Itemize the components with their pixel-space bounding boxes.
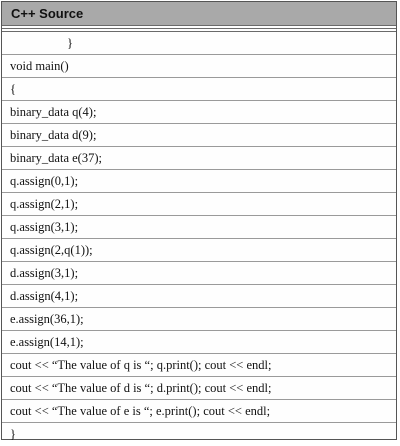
- code-line-text: e.assign(36,1);: [10, 312, 84, 326]
- code-listing-table: C++ Source } void main() { binary_data q…: [1, 1, 397, 441]
- code-line-text: {: [10, 82, 16, 96]
- code-line: cout << “The value of q is “; q.print();…: [2, 354, 396, 377]
- code-line-text: }: [10, 427, 16, 441]
- code-line: q.assign(0,1);: [2, 170, 396, 193]
- code-line: e.assign(36,1);: [2, 308, 396, 331]
- code-line: binary_data d(9);: [2, 124, 396, 147]
- code-line-text: void main(): [10, 59, 69, 73]
- code-line-text: }: [67, 36, 73, 50]
- code-line-text: cout << “The value of e is “; e.print();…: [10, 404, 271, 418]
- code-line: q.assign(2,1);: [2, 193, 396, 216]
- code-line: q.assign(3,1);: [2, 216, 396, 239]
- code-line-text: binary_data d(9);: [10, 128, 97, 142]
- code-line: binary_data q(4);: [2, 101, 396, 124]
- code-line: d.assign(3,1);: [2, 262, 396, 285]
- code-line: cout << “The value of d is “; d.print();…: [2, 377, 396, 400]
- code-line-text: d.assign(3,1);: [10, 266, 79, 280]
- code-line-text: q.assign(0,1);: [10, 174, 79, 188]
- code-line: d.assign(4,1);: [2, 285, 396, 308]
- code-line-text: q.assign(3,1);: [10, 220, 79, 234]
- code-line-text: e.assign(14,1);: [10, 335, 84, 349]
- code-line: e.assign(14,1);: [2, 331, 396, 354]
- code-line-text: cout << “The value of q is “; q.print();…: [10, 358, 272, 372]
- code-line-text: q.assign(2,1);: [10, 197, 79, 211]
- code-line-text: binary_data e(37);: [10, 151, 102, 165]
- table-header: C++ Source: [2, 2, 396, 26]
- code-line: void main(): [2, 55, 396, 78]
- code-line: q.assign(2,q(1));: [2, 239, 396, 262]
- code-line-text: cout << “The value of d is “; d.print();…: [10, 381, 272, 395]
- table-title: C++ Source: [11, 6, 84, 21]
- code-line: }: [2, 32, 396, 55]
- code-line: {: [2, 78, 396, 101]
- code-line-text: d.assign(4,1);: [10, 289, 79, 303]
- code-line: binary_data e(37);: [2, 147, 396, 170]
- code-line-text: binary_data q(4);: [10, 105, 97, 119]
- code-line-text: q.assign(2,q(1));: [10, 243, 93, 257]
- code-line: cout << “The value of e is “; e.print();…: [2, 400, 396, 423]
